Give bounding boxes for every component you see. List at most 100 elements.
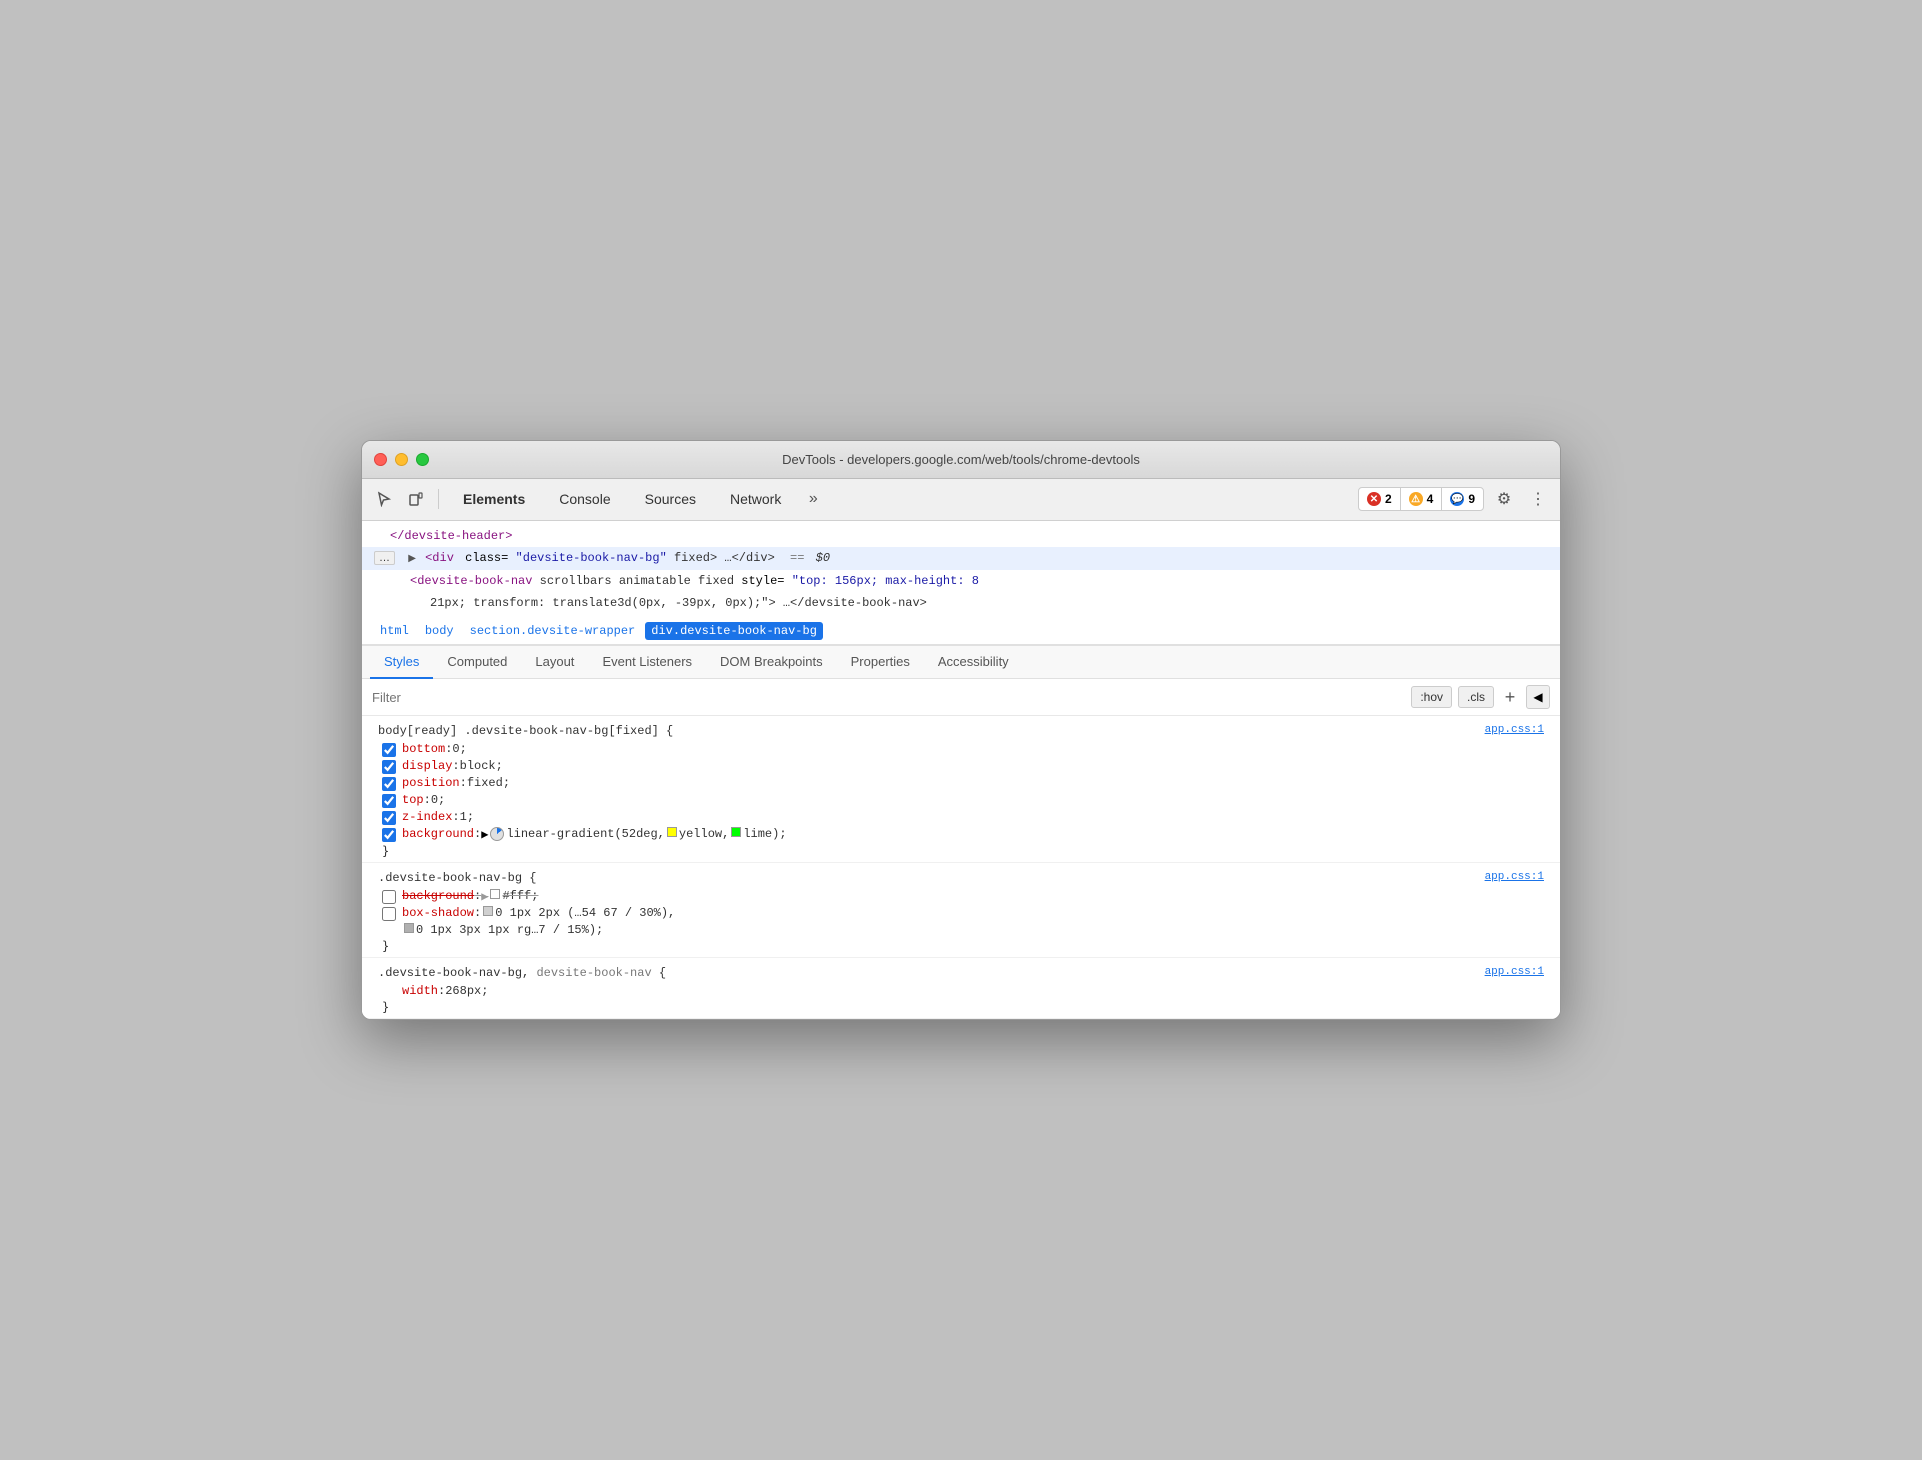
warning-badge[interactable]: ⚠ 4	[1401, 488, 1443, 510]
traffic-lights	[374, 453, 429, 466]
css-selector-1: body[ready] .devsite-book-nav-bg[fixed] …	[378, 724, 673, 738]
css-prop-bottom: bottom: 0;	[378, 742, 1544, 757]
cursor-tool-button[interactable]	[370, 485, 398, 513]
prop-background-checkbox[interactable]	[382, 828, 396, 842]
toolbar-divider	[438, 489, 439, 509]
css-rule-2: .devsite-book-nav-bg { app.css:1 backgro…	[362, 863, 1560, 958]
breadcrumb: html body section.devsite-wrapper div.de…	[362, 618, 1560, 645]
toggle-sidebar-button[interactable]: ◀	[1526, 685, 1550, 709]
warning-count: 4	[1427, 492, 1434, 506]
prop-top-checkbox[interactable]	[382, 794, 396, 808]
prop-bg2-checkbox[interactable]	[382, 890, 396, 904]
css-source-1[interactable]: app.css:1	[1485, 724, 1544, 736]
css-prop-position: position: fixed;	[378, 776, 1544, 791]
prop-bottom-checkbox[interactable]	[382, 743, 396, 757]
css-prop-boxshadow2: 0 1px 3px 1px rg…7 / 15%);	[378, 923, 1544, 937]
filter-input[interactable]	[372, 690, 1403, 705]
css-source-3[interactable]: app.css:1	[1485, 966, 1544, 978]
error-badge[interactable]: ✕ 2	[1359, 488, 1401, 510]
info-icon: 💬	[1450, 492, 1464, 506]
angle-clock-icon[interactable]	[490, 827, 504, 841]
tab-event-listeners[interactable]: Event Listeners	[588, 646, 706, 679]
close-button[interactable]	[374, 453, 387, 466]
html-line-3: <devsite-book-nav scrollbars animatable …	[362, 570, 1560, 592]
css-rules: body[ready] .devsite-book-nav-bg[fixed] …	[362, 716, 1560, 1019]
css-prop-background: background: ▶ linear-gradient( 52deg, ye…	[378, 827, 1544, 842]
info-badge[interactable]: 💬 9	[1442, 488, 1483, 510]
prop-zindex-checkbox[interactable]	[382, 811, 396, 825]
white-swatch[interactable]	[490, 889, 500, 899]
tab-styles[interactable]: Styles	[370, 646, 433, 679]
tab-elements[interactable]: Elements	[447, 485, 541, 513]
tab-accessibility[interactable]: Accessibility	[924, 646, 1023, 679]
prop-display-checkbox[interactable]	[382, 760, 396, 774]
styles-filter-bar: :hov .cls + ◀	[362, 679, 1560, 716]
css-rule-close-3: }	[378, 1000, 1544, 1014]
css-prop-display: display: block;	[378, 759, 1544, 774]
css-rule-header-2: .devsite-book-nav-bg { app.css:1	[378, 871, 1544, 885]
html-line-2: … ▶ <div class= "devsite-book-nav-bg" fi…	[362, 547, 1560, 569]
minimize-button[interactable]	[395, 453, 408, 466]
breadcrumb-body[interactable]: body	[419, 622, 460, 640]
css-prop-bg2: background: ▶ #fff;	[378, 889, 1544, 904]
maximize-button[interactable]	[416, 453, 429, 466]
device-toggle-button[interactable]	[402, 485, 430, 513]
toolbar-tabs: Elements Console Sources Network »	[447, 485, 1354, 513]
expand-icon-2[interactable]: ▶	[481, 889, 488, 904]
yellow-swatch[interactable]	[667, 827, 677, 837]
tab-sources[interactable]: Sources	[629, 485, 712, 513]
breadcrumb-html[interactable]: html	[374, 622, 415, 640]
css-rule-header-3: .devsite-book-nav-bg, devsite-book-nav {…	[378, 966, 1544, 980]
tab-console[interactable]: Console	[543, 485, 626, 513]
collapse-button[interactable]: …	[374, 551, 395, 565]
more-options-button[interactable]: ⋮	[1524, 485, 1552, 513]
html-line-1: </devsite-header>	[362, 525, 1560, 547]
breadcrumb-div[interactable]: div.devsite-book-nav-bg	[645, 622, 823, 640]
error-icon: ✕	[1367, 492, 1381, 506]
css-prop-width: width: 268px;	[378, 984, 1544, 998]
breadcrumb-section[interactable]: section.devsite-wrapper	[464, 622, 642, 640]
titlebar: DevTools - developers.google.com/web/too…	[362, 441, 1560, 479]
html-line-4: 21px; transform: translate3d(0px, -39px,…	[362, 592, 1560, 614]
tab-properties[interactable]: Properties	[837, 646, 924, 679]
toolbar-right: ✕ 2 ⚠ 4 💬 9 ⚙ ⋮	[1358, 485, 1552, 513]
error-count: 2	[1385, 492, 1392, 506]
add-style-rule-button[interactable]: +	[1500, 687, 1520, 707]
css-rule-1: body[ready] .devsite-book-nav-bg[fixed] …	[362, 716, 1560, 863]
lime-swatch[interactable]	[731, 827, 741, 837]
css-selector-3: .devsite-book-nav-bg, devsite-book-nav {	[378, 966, 666, 980]
tab-layout[interactable]: Layout	[521, 646, 588, 679]
info-count: 9	[1468, 492, 1475, 506]
badge-group: ✕ 2 ⚠ 4 💬 9	[1358, 487, 1484, 511]
expand-triangle[interactable]: ▶	[406, 553, 418, 564]
prop-boxshadow-checkbox[interactable]	[382, 907, 396, 921]
css-rule-3: .devsite-book-nav-bg, devsite-book-nav {…	[362, 958, 1560, 1019]
css-prop-top: top: 0;	[378, 793, 1544, 808]
angle-value: 52deg,	[622, 827, 665, 841]
css-prop-boxshadow: box-shadow: 0 1px 2px (…54 67 / 30%),	[378, 906, 1544, 921]
css-rule-header-1: body[ready] .devsite-book-nav-bg[fixed] …	[378, 724, 1544, 738]
css-rule-close-1: }	[378, 844, 1544, 858]
devtools-toolbar: Elements Console Sources Network » ✕ 2 ⚠…	[362, 479, 1560, 521]
more-tabs-button[interactable]: »	[799, 485, 827, 513]
css-prop-zindex: z-index: 1;	[378, 810, 1544, 825]
css-source-2[interactable]: app.css:1	[1485, 871, 1544, 883]
swatch-boxshadow1[interactable]	[483, 906, 493, 916]
html-tag: </devsite-header>	[390, 529, 512, 543]
tab-computed[interactable]: Computed	[433, 646, 521, 679]
window-title: DevTools - developers.google.com/web/too…	[782, 452, 1140, 467]
warning-icon: ⚠	[1409, 492, 1423, 506]
tab-dom-breakpoints[interactable]: DOM Breakpoints	[706, 646, 837, 679]
tab-network[interactable]: Network	[714, 485, 797, 513]
gradient-expand-icon[interactable]: ▶	[481, 827, 488, 842]
swatch-boxshadow2[interactable]	[404, 923, 414, 933]
html-panel: </devsite-header> … ▶ <div class= "devsi…	[362, 521, 1560, 647]
hov-button[interactable]: :hov	[1411, 686, 1452, 708]
devtools-window: DevTools - developers.google.com/web/too…	[361, 440, 1561, 1021]
settings-button[interactable]: ⚙	[1490, 485, 1518, 513]
prop-position-checkbox[interactable]	[382, 777, 396, 791]
css-rule-close-2: }	[378, 939, 1544, 953]
cls-button[interactable]: .cls	[1458, 686, 1494, 708]
styles-panel: Styles Computed Layout Event Listeners D…	[362, 646, 1560, 1019]
filter-actions: :hov .cls + ◀	[1411, 685, 1550, 709]
